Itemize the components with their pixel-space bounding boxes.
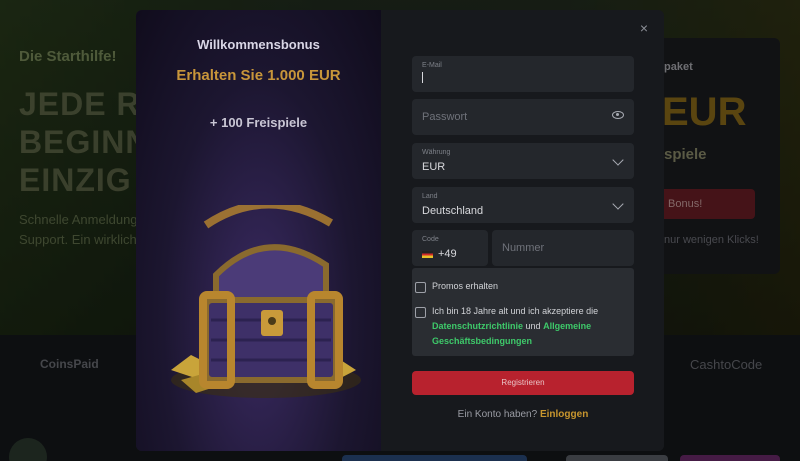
chevron-down-icon xyxy=(612,154,624,166)
privacy-policy-link[interactable]: Datenschutzrichtlinie xyxy=(432,321,523,331)
promos-label: Promos erhalten xyxy=(432,281,499,291)
terms-checkbox[interactable] xyxy=(415,307,426,318)
promos-checkbox[interactable] xyxy=(415,282,426,293)
currency-value: EUR xyxy=(422,161,446,173)
phone-number-placeholder: Nummer xyxy=(502,242,545,254)
terms-and: und xyxy=(525,321,541,331)
treasure-chest-icon xyxy=(171,205,361,398)
currency-label: Währung xyxy=(422,149,451,156)
login-prompt: Ein Konto haben? Einloggen xyxy=(412,409,634,420)
register-button[interactable]: Registrieren xyxy=(412,371,634,395)
eye-icon[interactable] xyxy=(612,111,624,119)
phone-code-label: Code xyxy=(422,236,439,243)
bonus-title: Willkommensbonus xyxy=(197,37,320,52)
bonus-amount: Erhalten Sie 1.000 EUR xyxy=(176,67,341,84)
email-field[interactable]: E-Mail xyxy=(412,56,634,92)
phone-code-select[interactable]: Code +49 xyxy=(412,230,488,266)
login-link[interactable]: Einloggen xyxy=(540,409,588,420)
text-caret xyxy=(422,72,423,83)
phone-code-value: +49 xyxy=(438,248,457,260)
email-label: E-Mail xyxy=(422,62,442,69)
terms-text: Ich bin 18 Jahre alt und ich akzeptiere … xyxy=(432,304,628,349)
country-value: Deutschland xyxy=(422,205,484,217)
registration-modal: Willkommensbonus Erhalten Sie 1.000 EUR … xyxy=(136,10,664,451)
registration-form: × E-Mail Passwort Währung EUR Land Deuts… xyxy=(381,10,664,451)
phone-number-field[interactable]: Nummer xyxy=(492,230,634,266)
consent-section: Promos erhalten Ich bin 18 Jahre alt und… xyxy=(412,268,634,356)
terms-prefix: Ich bin 18 Jahre alt und ich akzeptiere … xyxy=(432,306,599,316)
currency-select[interactable]: Währung EUR xyxy=(412,143,634,179)
bonus-free-spins: + 100 Freispiele xyxy=(209,115,308,130)
germany-flag-icon xyxy=(422,251,433,258)
chevron-down-icon xyxy=(612,198,624,210)
welcome-bonus-panel: Willkommensbonus Erhalten Sie 1.000 EUR … xyxy=(136,10,381,451)
password-field[interactable]: Passwort xyxy=(412,99,634,135)
close-icon[interactable]: × xyxy=(638,21,650,35)
have-account-text: Ein Konto haben? xyxy=(457,409,538,420)
country-label: Land xyxy=(422,193,438,200)
country-select[interactable]: Land Deutschland xyxy=(412,187,634,223)
password-placeholder: Passwort xyxy=(422,111,468,123)
